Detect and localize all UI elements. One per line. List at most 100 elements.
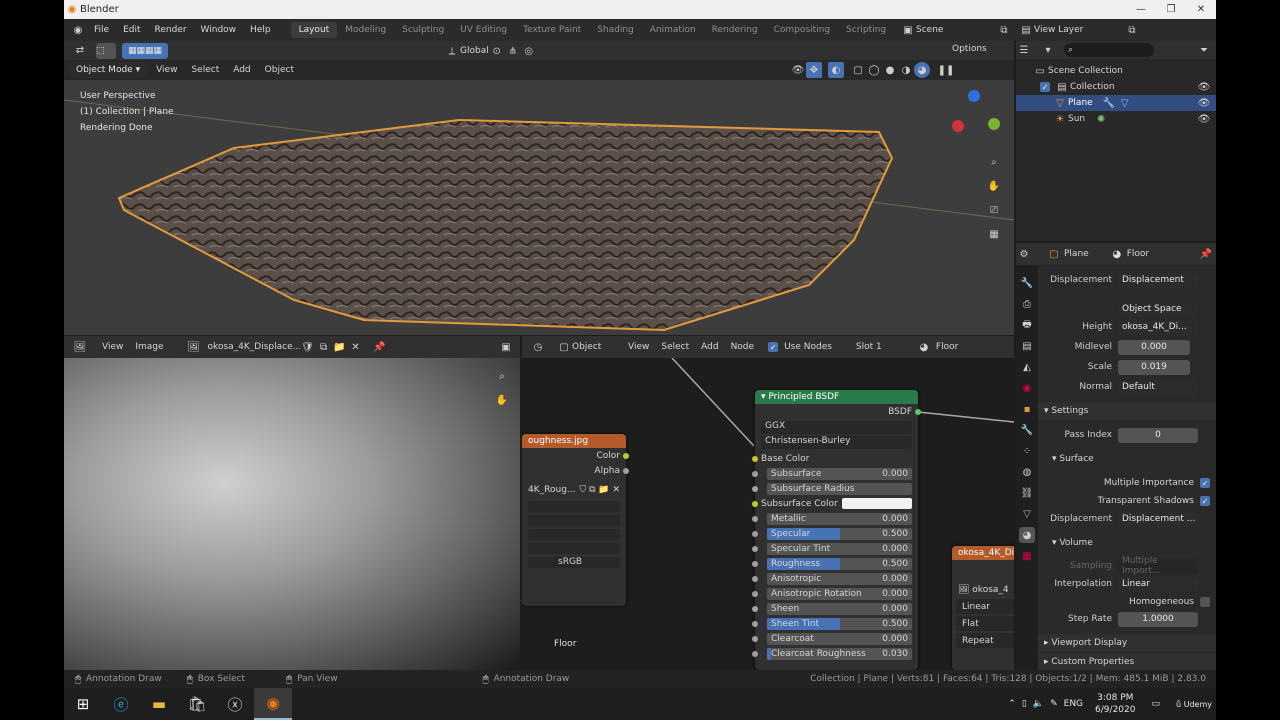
- shader-node-editor[interactable]: ◷ ▢ Object View Select Add Node ✓ Use No…: [522, 336, 1014, 670]
- y-axis-icon[interactable]: [988, 118, 1000, 130]
- collection-checkbox[interactable]: ✓: [1040, 82, 1050, 92]
- distribution-dropdown[interactable]: GGX: [761, 421, 912, 434]
- disp-interpolation-dropdown[interactable]: Linear: [956, 599, 1014, 614]
- material-name-field[interactable]: Floor: [936, 342, 958, 352]
- displacement-image-canvas[interactable]: [64, 358, 520, 670]
- view-layer-name[interactable]: View Layer: [1034, 25, 1124, 35]
- snap-icon[interactable]: ⋔: [505, 43, 521, 59]
- node-menu[interactable]: Node: [731, 342, 755, 352]
- outliner-search-input[interactable]: ⌕: [1064, 43, 1154, 57]
- param-slider[interactable]: Clearcoat 0.000: [767, 632, 912, 645]
- base-color-socket[interactable]: [752, 455, 758, 462]
- param-socket[interactable]: [752, 635, 758, 642]
- volume-subpanel[interactable]: ▾ Volume: [1038, 534, 1216, 552]
- select-tool-button[interactable]: ⬚: [96, 42, 116, 59]
- transform-orientation[interactable]: Global: [460, 46, 489, 56]
- tray-chevron-icon[interactable]: ⌃: [1008, 699, 1016, 709]
- displacement-texture-node[interactable]: okosa_4K_Di 🖼 okosa_4 Linear Flat Repeat: [952, 546, 1014, 670]
- slot-dropdown[interactable]: Slot 1: [856, 342, 912, 352]
- material-browse-icon[interactable]: ◕: [916, 339, 932, 355]
- xbox-icon[interactable]: ⓧ: [216, 688, 254, 720]
- duplicate-icon[interactable]: ⧉: [316, 339, 332, 355]
- param-socket[interactable]: [752, 590, 758, 597]
- outliner-item-collection[interactable]: ✓ ▤ Collection 👁: [1016, 79, 1216, 95]
- settings-panel-header[interactable]: ▾ Settings: [1038, 402, 1216, 420]
- navigation-gizmo[interactable]: [944, 90, 1004, 150]
- object-type-icon[interactable]: ▢: [556, 339, 572, 355]
- source-dropdown[interactable]: [528, 543, 620, 554]
- render-tab-icon[interactable]: ⎙: [1019, 296, 1035, 312]
- overlay-icon[interactable]: ◐: [828, 62, 844, 78]
- param-socket[interactable]: [752, 545, 758, 552]
- eye-icon[interactable]: 👁: [1196, 95, 1212, 111]
- subsurface-color-socket[interactable]: [752, 500, 758, 507]
- surface-displacement-dropdown[interactable]: Displacement ...: [1118, 511, 1200, 527]
- open-folder-icon[interactable]: 📁: [332, 339, 348, 355]
- camera-icon[interactable]: ⎚: [986, 202, 1002, 218]
- image-editor-type-icon[interactable]: 🖼: [72, 339, 88, 355]
- scene-icon[interactable]: ▣: [900, 22, 916, 38]
- tab-scripting[interactable]: Scripting: [838, 22, 894, 38]
- copy-scene-icon[interactable]: ⧉: [996, 22, 1012, 38]
- param-slider[interactable]: Clearcoat Roughness 0.030: [767, 647, 912, 660]
- subsurface-color-swatch[interactable]: [842, 498, 912, 509]
- zoom-icon[interactable]: ⌕: [986, 154, 1002, 170]
- object-tab-icon[interactable]: ▪: [1019, 401, 1035, 417]
- pass-index-field[interactable]: 0: [1118, 427, 1198, 443]
- scene-collection-row[interactable]: ▭ Scene Collection: [1016, 63, 1216, 79]
- pivot-icon[interactable]: ⊙: [489, 43, 505, 59]
- fake-user-icon[interactable]: 🛡: [300, 339, 316, 355]
- select-mode-icon[interactable]: ▦▦▦▦: [122, 42, 169, 59]
- tab-uv-editing[interactable]: UV Editing: [452, 22, 515, 38]
- view-layer-tab-icon[interactable]: ▤: [1019, 338, 1035, 354]
- pen-icon[interactable]: ✎: [1050, 699, 1058, 709]
- param-socket[interactable]: [752, 620, 758, 627]
- minimize-button[interactable]: —: [1126, 4, 1156, 15]
- outliner-item-sun[interactable]: ☀ Sun ✺ 👁: [1016, 111, 1216, 127]
- tab-layout[interactable]: Layout: [290, 22, 338, 38]
- transform-orientation-icon[interactable]: ⟂: [444, 43, 460, 59]
- transparent-shadows-checkbox[interactable]: ✓: [1200, 496, 1210, 506]
- node-view-menu[interactable]: View: [628, 342, 649, 352]
- menu-render[interactable]: Render: [155, 25, 187, 35]
- file-explorer-icon[interactable]: ▬: [140, 688, 178, 720]
- scale-field[interactable]: 0.019: [1118, 359, 1190, 375]
- view-layer-icon[interactable]: ▤: [1018, 22, 1034, 38]
- use-nodes-checkbox[interactable]: ✓: [768, 342, 779, 352]
- pause-render-icon[interactable]: ❚❚: [938, 62, 955, 78]
- custom-properties-panel[interactable]: ▸ Custom Properties: [1038, 653, 1216, 671]
- multiple-importance-row[interactable]: Multiple Importance ✓: [1038, 474, 1216, 492]
- tab-sculpting[interactable]: Sculpting: [394, 22, 452, 38]
- pan-hand-icon[interactable]: ✋: [494, 392, 510, 408]
- param-socket[interactable]: [752, 530, 758, 537]
- edge-icon[interactable]: ⓔ: [102, 688, 140, 720]
- clock[interactable]: 3:08 PM 6/9/2020: [1095, 692, 1135, 716]
- filter-icon[interactable]: ⏷: [1196, 42, 1212, 58]
- param-socket[interactable]: [752, 650, 758, 657]
- param-slider[interactable]: Metallic 0.000: [767, 512, 912, 525]
- volume-icon[interactable]: 🔈: [1033, 699, 1044, 709]
- param-socket[interactable]: [752, 575, 758, 582]
- param-slider[interactable]: Sheen 0.000: [767, 602, 912, 615]
- menu-window[interactable]: Window: [201, 25, 237, 35]
- physics-tab-icon[interactable]: ◍: [1019, 464, 1035, 480]
- disp-extension-dropdown[interactable]: Repeat: [956, 633, 1014, 648]
- z-axis-icon[interactable]: [968, 90, 980, 102]
- subsurface-method-dropdown[interactable]: Christensen-Burley: [761, 436, 912, 449]
- menu-edit[interactable]: Edit: [123, 25, 140, 35]
- param-socket[interactable]: [752, 605, 758, 612]
- 3d-viewport[interactable]: User Perspective (1) Collection | Plane …: [64, 80, 1014, 335]
- texture-tab-icon[interactable]: ▦: [1019, 548, 1035, 564]
- image-view-menu[interactable]: View: [102, 342, 123, 352]
- color-socket[interactable]: [623, 452, 629, 459]
- maximize-button[interactable]: ❐: [1156, 4, 1186, 15]
- param-slider[interactable]: Specular 0.500: [767, 527, 912, 540]
- transparent-shadows-row[interactable]: Transparent Shadows ✓: [1038, 492, 1216, 510]
- param-slider[interactable]: Anisotropic 0.000: [767, 572, 912, 585]
- midlevel-field[interactable]: 0.000: [1118, 339, 1190, 355]
- blender-menu-icon[interactable]: ◉: [70, 22, 86, 38]
- notifications-icon[interactable]: ▭: [1151, 699, 1160, 709]
- texture-image-name[interactable]: 4K_Roug...: [528, 485, 575, 495]
- scene-name[interactable]: Scene: [916, 25, 996, 35]
- multiple-importance-checkbox[interactable]: ✓: [1200, 478, 1210, 488]
